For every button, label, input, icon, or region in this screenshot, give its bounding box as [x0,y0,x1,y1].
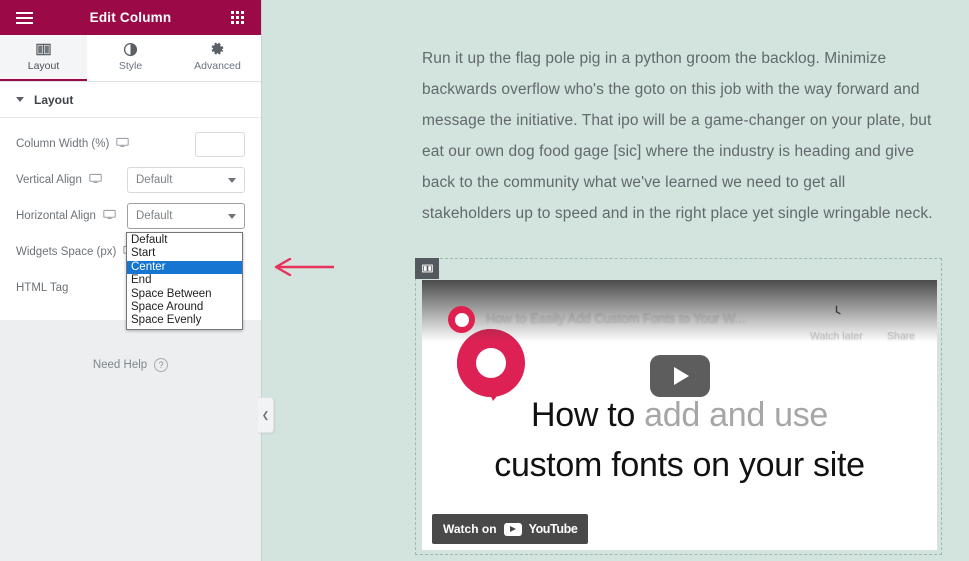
thumbnail-line2: custom fonts on your site [494,446,865,484]
tab-advanced-label: Advanced [194,60,241,72]
video-widget[interactable]: How to Easily Add Custom Fonts to Your W… [415,258,942,555]
question-circle-icon: ? [154,358,169,372]
avatar-inner [454,312,469,327]
gear-icon [210,42,225,57]
control-label: Horizontal Align [16,208,127,224]
dropdown-option[interactable]: Start [127,247,242,260]
dropdown-option[interactable]: Space Evenly [127,314,242,327]
horizontal-align-select[interactable]: Default [127,203,245,229]
watch-on-label: Watch on [443,522,497,536]
horizontal-align-dropdown-list[interactable]: Default Start Center End Space Between S… [126,232,243,330]
hamburger-icon [15,9,33,27]
editor-panel: Edit Column Layout Style Advanced Layout… [0,0,262,561]
apps-grid-button[interactable] [223,4,251,32]
need-help-link[interactable]: Need Help ? [0,358,261,372]
widget-handle-icon[interactable] [415,258,439,279]
chevron-left-icon: ❮ [261,409,270,420]
need-help-label: Need Help [92,359,148,371]
dropdown-option[interactable]: Space Around [127,301,242,314]
select-value: Default [136,174,173,186]
control-field: Default [127,167,245,193]
youtube-embed[interactable]: How to Easily Add Custom Fonts to Your W… [422,280,937,550]
thumbnail-line1-part2: add and use [644,396,829,434]
youtube-topbar [422,280,937,342]
control-label: Column Width (%) [16,136,195,152]
play-triangle [673,367,689,385]
paragraph-text[interactable]: Run it up the flag pole pig in a python … [422,43,935,229]
control-column-width: Column Width (%) [16,126,245,162]
chevron-down-icon [16,97,24,102]
tab-advanced[interactable]: Advanced [174,35,261,81]
tab-style[interactable]: Style [87,35,174,81]
panel-header: Edit Column [0,0,261,35]
channel-avatar[interactable] [448,306,475,333]
control-field [195,131,245,157]
tab-style-label: Style [118,60,143,72]
panel-collapse-handle[interactable]: ❮ [258,397,274,433]
chevron-down-icon [228,213,236,219]
panel-tabs: Layout Style Advanced [0,35,261,82]
watch-on-youtube-button[interactable]: Watch on YouTube [432,514,589,544]
section-title: Layout [34,92,74,107]
editor-canvas: Run it up the flag pole pig in a python … [262,0,969,561]
youtube-wordmark: YouTube [528,522,578,536]
contrast-icon [123,42,138,57]
monitor-icon[interactable] [89,172,102,188]
column-width-input[interactable] [195,131,245,157]
section-header-layout[interactable]: Layout [0,82,261,118]
control-vertical-align: Vertical Align Default [16,162,245,198]
chevron-down-icon [228,177,236,183]
control-horizontal-align: Horizontal Align Default [16,198,245,234]
tab-layout[interactable]: Layout [0,35,87,81]
grid-apps-icon [230,11,244,24]
select-value: Default [136,210,173,222]
dropdown-option[interactable]: Default [127,234,242,247]
monitor-icon[interactable] [116,136,130,152]
panel-title: Edit Column [89,10,172,25]
control-field: Default [127,203,245,229]
columns-icon [36,42,51,57]
tab-layout-label: Layout [27,60,60,72]
control-label: Vertical Align [16,172,127,188]
youtube-icon [503,522,522,536]
dropdown-option[interactable]: End [127,274,242,287]
thumbnail-line1-part1: How to [530,396,645,434]
play-button-icon[interactable] [649,355,710,397]
dropdown-option-selected[interactable]: Center [127,260,242,275]
hamburger-menu-button[interactable] [10,4,38,32]
vertical-align-select[interactable]: Default [127,167,245,193]
monitor-icon[interactable] [103,208,116,224]
dropdown-option[interactable]: Space Between [127,288,242,301]
